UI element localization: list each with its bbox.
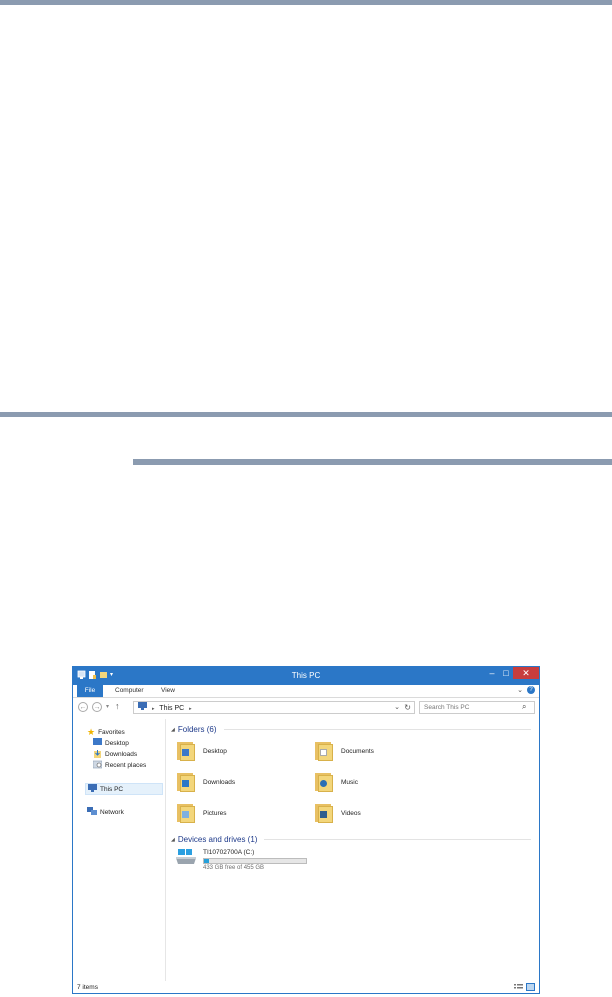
address-row: ← → ▾ ↑ ▸ This PC ▸ ⌄ ↻ Search This PC ⌕ [73,698,539,718]
folder-documents-label: Documents [341,747,374,755]
nav-favorites-label: Favorites [98,729,125,736]
minimize-button[interactable]: – [485,667,499,679]
drive-usage-bar [203,858,307,864]
close-button[interactable]: ✕ [513,667,539,679]
recent-locations-icon[interactable]: ▾ [106,703,109,710]
status-bar: 7 items [73,981,539,993]
nav-network[interactable]: Network [87,807,124,817]
file-explorer-window: ▾ This PC – □ ✕ File Computer View ⌄ ? ←… [72,666,540,994]
recent-places-icon [92,760,103,771]
tab-file[interactable]: File [77,685,103,697]
navigation-pane: ★ Favorites Desktop Downloads Recent pla… [73,719,166,981]
folder-pictures[interactable]: Pictures [177,803,226,823]
nav-favorites[interactable]: ★ Favorites [87,727,125,738]
tab-computer[interactable]: Computer [115,685,144,697]
collapse-drives-icon: ◢ [171,836,175,843]
nav-this-pc[interactable]: This PC [85,783,163,795]
folder-downloads-label: Downloads [203,778,236,786]
search-input[interactable]: Search This PC [419,701,535,714]
details-view-icon[interactable] [514,983,523,993]
downloads-icon [93,749,102,760]
drives-group-label: Devices and drives (1) [177,835,258,844]
folders-group-header[interactable]: ◢ Folders (6) [171,725,531,734]
ribbon-controls: ⌄ ? [517,686,535,694]
top-rule [0,0,612,5]
help-icon[interactable]: ? [527,686,535,694]
pictures-folder-icon [177,803,195,823]
ribbon-tabs: File Computer View ⌄ ? [73,685,539,698]
network-icon [87,807,97,817]
nav-this-pc-label: This PC [100,785,124,793]
folder-desktop-label: Desktop [203,747,227,755]
address-bar[interactable]: ▸ This PC ▸ ⌄ ↻ [133,701,415,714]
breadcrumb-this-pc[interactable]: This PC [159,705,184,712]
downloads-folder-icon [177,772,195,792]
folder-music[interactable]: Music [315,772,358,792]
folder-desktop[interactable]: Desktop [177,741,227,761]
group-divider [264,839,531,840]
content-pane: ◢ Folders (6) Desktop Documents Download… [169,719,539,981]
section-rule [133,459,612,465]
desktop-icon [93,738,102,748]
folder-pictures-label: Pictures [203,809,227,817]
window-controls: – □ ✕ [485,667,539,679]
expand-ribbon-icon[interactable]: ⌄ [517,686,523,694]
nav-recent-places-label: Recent places [105,762,147,769]
folder-videos-label: Videos [341,809,361,817]
music-folder-icon [315,772,333,792]
folder-music-label: Music [341,778,358,786]
nav-desktop-label: Desktop [105,739,129,747]
documents-folder-icon [315,741,333,761]
up-arrow-icon[interactable]: ↑ [115,701,120,711]
nav-desktop[interactable]: Desktop [93,738,129,748]
back-button[interactable]: ← [78,702,88,712]
middle-rule [0,412,612,417]
tab-view[interactable]: View [161,685,175,697]
star-icon: ★ [87,727,96,737]
maximize-button[interactable]: □ [499,667,513,679]
hard-drive-icon [175,849,197,865]
nav-recent-places[interactable]: Recent places [92,760,147,771]
folders-group-label: Folders (6) [177,725,217,734]
drive-usage-fill [204,859,209,863]
this-pc-icon [138,702,147,714]
collapse-folders-icon: ◢ [171,726,175,733]
drive-space: 433 GB free of 455 GB [203,865,265,871]
videos-folder-icon [315,803,333,823]
breadcrumb-chevron-icon[interactable]: ▸ [189,706,192,712]
folder-videos[interactable]: Videos [315,803,361,823]
folder-downloads[interactable]: Downloads [177,772,235,792]
drive-name: TI10702700A (C:) [203,849,255,856]
drives-group-header[interactable]: ◢ Devices and drives (1) [171,835,531,844]
address-dropdown-icon[interactable]: ⌄ [394,702,400,713]
nav-network-label: Network [100,808,124,816]
search-icon[interactable]: ⌕ [522,702,526,712]
folder-documents[interactable]: Documents [315,741,374,761]
drive-info: TI10702700A (C:) 433 GB free of 455 GB [203,849,307,871]
breadcrumb-separator-icon: ▸ [151,705,155,712]
forward-button[interactable]: → [92,702,102,712]
group-divider [223,729,531,730]
nav-downloads-label: Downloads [105,751,138,758]
desktop-folder-icon [177,741,195,761]
this-pc-nav-icon [88,784,97,794]
large-icons-view-icon[interactable] [526,983,535,993]
window-title: This PC [291,671,321,680]
refresh-icon[interactable]: ↻ [404,702,411,713]
nav-downloads[interactable]: Downloads [93,749,137,760]
title-bar: ▾ This PC – □ ✕ [73,667,539,685]
status-item-count: 7 items [77,984,98,991]
drive-c[interactable]: TI10702700A (C:) 433 GB free of 455 GB [175,849,307,871]
